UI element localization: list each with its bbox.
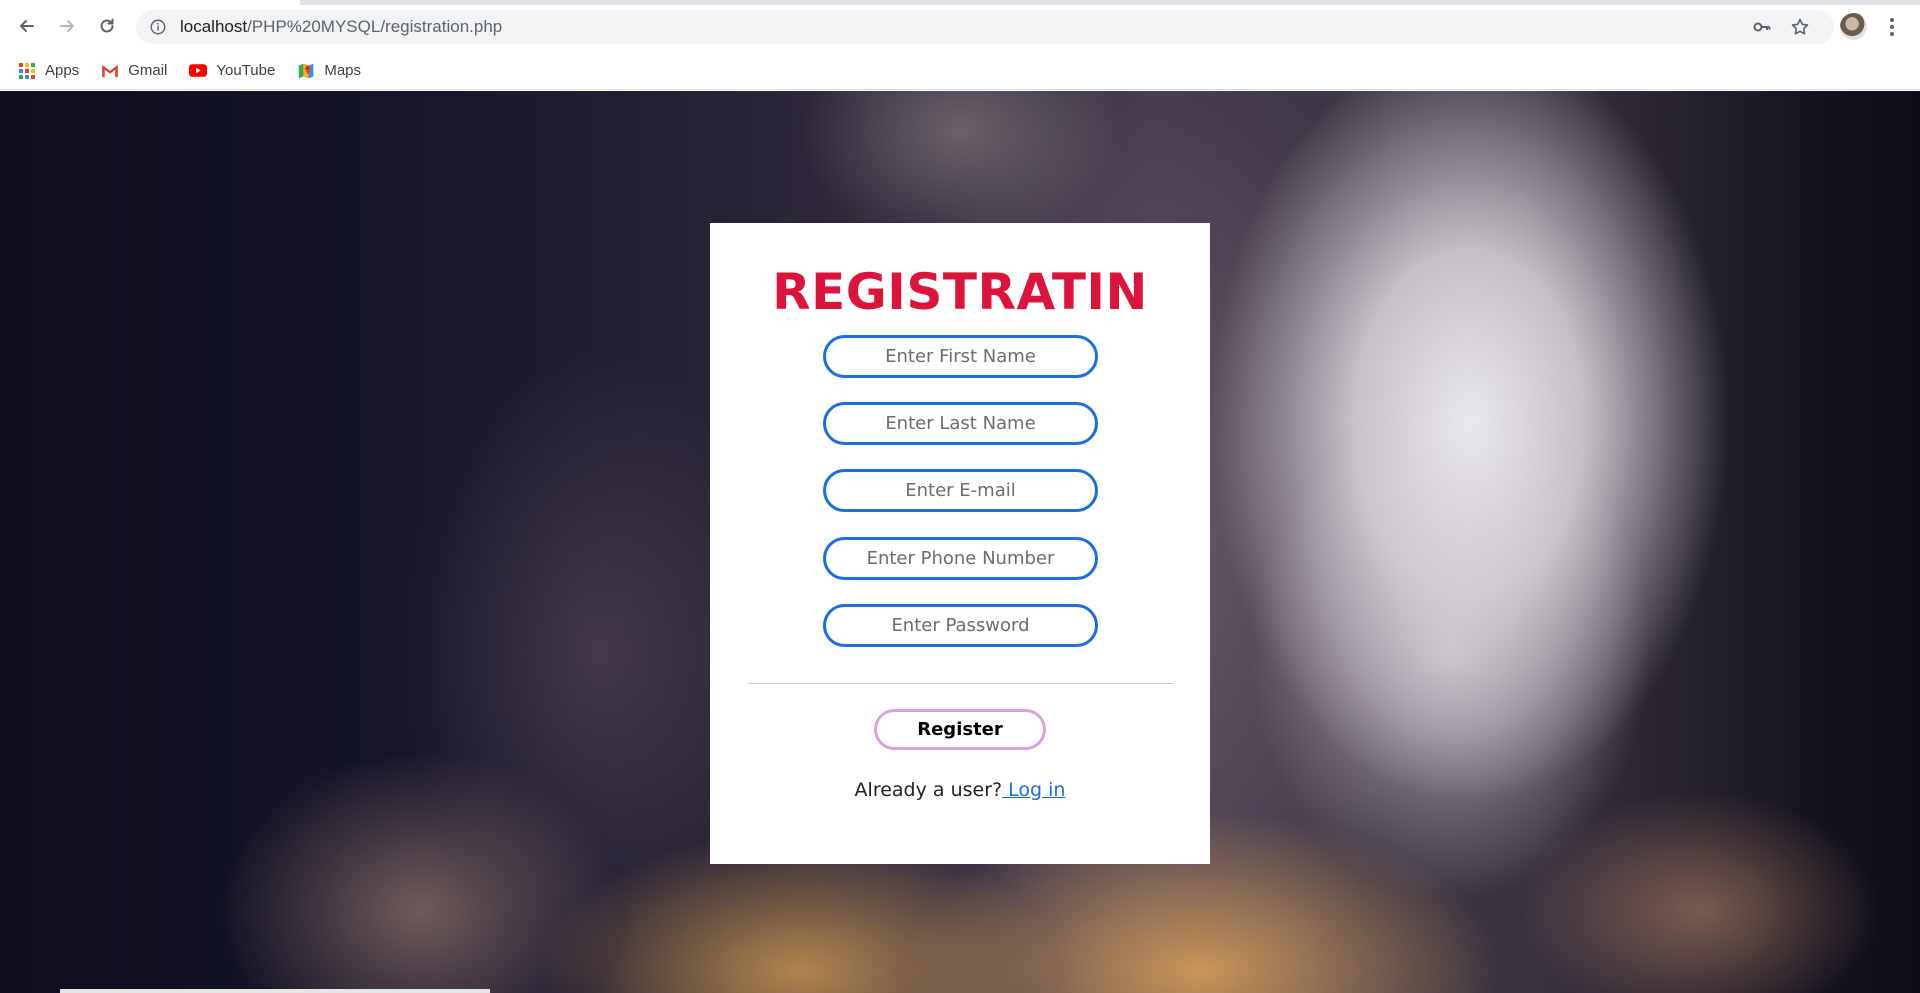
- back-button[interactable]: [12, 11, 42, 41]
- form-divider: [748, 683, 1173, 684]
- browser-toolbar: localhost/PHP%20MYSQL/registration.php: [0, 0, 1920, 52]
- login-prompt-text: Already a user?: [854, 779, 1003, 801]
- forward-button[interactable]: [52, 11, 82, 41]
- browser-menu-icon[interactable]: [1880, 13, 1904, 40]
- page-title: REGISTRATIN: [772, 263, 1148, 321]
- profile-avatar[interactable]: [1840, 13, 1867, 40]
- phone-field[interactable]: [823, 537, 1098, 580]
- bookmark-label: Apps: [45, 62, 80, 79]
- back-arrow-icon: [20, 20, 34, 32]
- site-info-icon[interactable]: [148, 17, 168, 37]
- bookmark-label: Maps: [324, 62, 362, 79]
- bookmark-youtube[interactable]: YouTube: [189, 62, 275, 80]
- url-text: localhost/PHP%20MYSQL/registration.php: [180, 17, 502, 37]
- url-host: localhost: [180, 17, 248, 36]
- bookmark-label: Gmail: [128, 62, 168, 79]
- apps-grid-icon: [18, 62, 36, 80]
- horizontal-scrollbar[interactable]: [60, 989, 490, 993]
- reload-button[interactable]: [92, 11, 122, 41]
- bookmark-label: YouTube: [216, 62, 276, 79]
- page-background: REGISTRATIN Register Already a user? Log…: [0, 91, 1920, 993]
- email-field[interactable]: [823, 469, 1098, 512]
- bookmark-maps[interactable]: Maps: [297, 62, 361, 80]
- key-icon[interactable]: [1752, 17, 1772, 37]
- reload-icon: [100, 18, 114, 33]
- tab-strip-edge: [300, 0, 1920, 5]
- register-button[interactable]: Register: [874, 709, 1046, 750]
- url-path: /PHP%20MYSQL/registration.php: [247, 17, 503, 36]
- active-tab-edge: [0, 0, 300, 5]
- bookmarks-bar: Apps Gmail YouTube Maps: [0, 52, 1920, 90]
- youtube-icon: [189, 62, 208, 80]
- bookmark-gmail[interactable]: Gmail: [101, 62, 167, 80]
- password-field[interactable]: [823, 604, 1098, 647]
- login-link[interactable]: Log in: [1002, 779, 1065, 801]
- bookmark-star-icon[interactable]: [1790, 17, 1810, 37]
- maps-icon: [297, 62, 315, 80]
- first-name-field[interactable]: [823, 335, 1098, 378]
- address-bar[interactable]: localhost/PHP%20MYSQL/registration.php: [136, 10, 1834, 44]
- last-name-field[interactable]: [823, 402, 1098, 445]
- registration-card: REGISTRATIN Register Already a user? Log…: [710, 223, 1210, 864]
- login-prompt: Already a user? Log in: [710, 779, 1210, 801]
- gmail-icon: [101, 62, 119, 80]
- forward-arrow-icon: [60, 20, 74, 32]
- bookmark-apps[interactable]: Apps: [18, 62, 79, 80]
